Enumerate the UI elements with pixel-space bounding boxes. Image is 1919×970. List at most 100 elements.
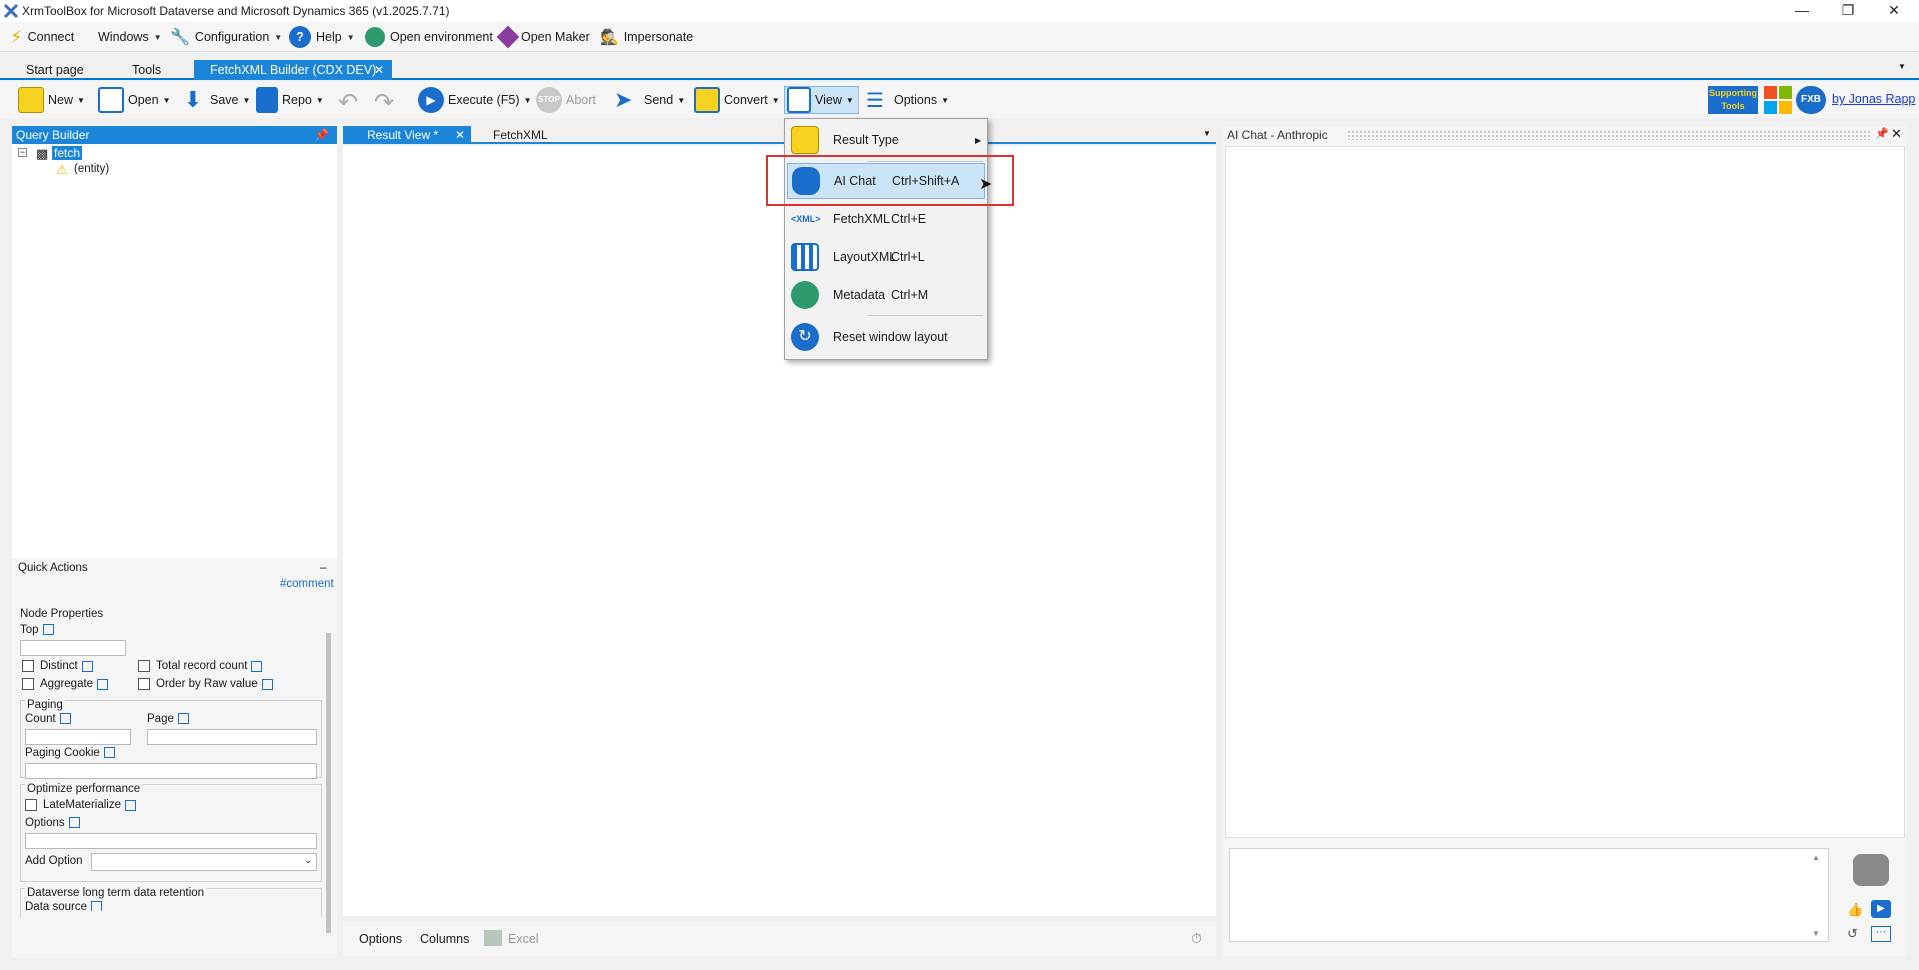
robot-icon[interactable]	[1853, 854, 1889, 886]
options-tab[interactable]: Options	[359, 932, 402, 946]
execute-button[interactable]: ▶ Execute (F5) ▼	[418, 86, 531, 114]
scroll-up-icon[interactable]: ▲	[1812, 853, 1820, 862]
external-link-icon[interactable]	[124, 799, 136, 811]
result-grid[interactable]	[343, 146, 1216, 916]
supporting-tools-badge[interactable]: Supporting Tools	[1708, 86, 1758, 114]
clipboard-icon	[791, 126, 819, 154]
impersonate-button[interactable]: 🕵 Impersonate	[600, 26, 693, 48]
options-button[interactable]: ☰ Options ▼	[866, 86, 949, 114]
redo-icon[interactable]: ↷	[374, 88, 394, 117]
warning-icon: ⚠	[56, 162, 68, 177]
undo-icon[interactable]: ↶	[338, 88, 358, 117]
tab-start-page[interactable]: Start page	[16, 60, 94, 80]
windows-label: Windows	[98, 30, 149, 44]
tab-tools[interactable]: Tools	[122, 60, 171, 80]
total-record-count-checkbox[interactable]: Total record count	[138, 660, 263, 672]
collapse-icon[interactable]: −	[18, 148, 27, 157]
count-input[interactable]	[25, 729, 131, 745]
menu-item-reset-layout[interactable]: ↻ Reset window layout	[787, 319, 985, 355]
new-button[interactable]: New ▼	[18, 86, 85, 114]
add-option-select[interactable]: ⌄	[91, 853, 317, 871]
external-link-icon[interactable]	[91, 901, 103, 911]
external-link-icon[interactable]	[103, 747, 115, 759]
menu-item-label: Result Type	[833, 133, 899, 147]
connect-menu[interactable]: ⚡ Connect	[10, 26, 74, 48]
chevron-down-icon: ▼	[346, 32, 355, 42]
menu-separator	[867, 315, 983, 316]
top-input[interactable]	[20, 640, 126, 656]
close-window-button[interactable]: ✕	[1871, 0, 1917, 22]
help-menu[interactable]: ? Help ▼	[289, 26, 355, 48]
open-maker-button[interactable]: Open Maker	[496, 25, 590, 49]
window-title: XrmToolBox for Microsoft Dataverse and M…	[22, 4, 450, 18]
close-icon[interactable]: ✕	[1891, 126, 1902, 142]
menu-item-result-type[interactable]: Result Type ▶	[787, 122, 985, 158]
close-icon[interactable]: ✕	[455, 126, 465, 144]
tab-list-chevron-icon[interactable]: ▼	[1898, 62, 1906, 71]
app-icon	[3, 3, 19, 19]
tab-list-chevron-icon[interactable]: ▼	[1203, 129, 1211, 138]
chevron-down-icon: ▼	[153, 32, 162, 42]
menu-item-layoutxml[interactable]: LayoutXML Ctrl+L	[787, 239, 985, 275]
options-input[interactable]	[25, 833, 317, 849]
minimize-button[interactable]: —	[1779, 0, 1825, 22]
external-link-icon[interactable]	[59, 713, 71, 725]
close-icon[interactable]: ✕	[374, 60, 384, 80]
collapse-quick-actions-icon[interactable]: –	[320, 560, 327, 574]
windows-menu[interactable]: Windows ▼	[98, 26, 162, 48]
reset-icon[interactable]: ↺	[1847, 926, 1858, 942]
options-label: Options	[894, 93, 938, 107]
repo-button[interactable]: Repo ▼	[256, 86, 324, 114]
help-label: Help	[316, 30, 342, 44]
open-environment-button[interactable]: Open environment	[365, 26, 493, 48]
configuration-menu[interactable]: 🔧 Configuration ▼	[170, 26, 282, 48]
more-icon[interactable]: ⋯	[1871, 926, 1891, 942]
order-by-raw-checkbox[interactable]: Order by Raw value	[138, 678, 273, 690]
external-link-icon[interactable]	[177, 713, 189, 725]
properties-scrollbar[interactable]	[326, 633, 331, 933]
tab-result-view[interactable]: Result View * ✕	[343, 126, 471, 144]
aggregate-checkbox[interactable]: Aggregate	[22, 678, 109, 690]
distinct-checkbox[interactable]: Distinct	[22, 660, 93, 672]
convert-button[interactable]: Convert ▼	[694, 86, 780, 114]
page-input[interactable]	[147, 729, 317, 745]
paging-cookie-label: Paging Cookie	[25, 747, 115, 759]
external-link-icon[interactable]	[42, 624, 54, 636]
tab-fetchxml-builder[interactable]: FetchXML Builder (CDX DEV) ✕	[194, 60, 392, 80]
menu-item-metadata[interactable]: Metadata Ctrl+M	[787, 277, 985, 313]
excel-button[interactable]: Excel	[508, 932, 539, 946]
abort-button[interactable]: STOP Abort	[536, 86, 596, 114]
save-button[interactable]: ⬇ Save ▼	[180, 86, 251, 114]
retention-label: Dataverse long term data retention	[25, 887, 207, 899]
view-button[interactable]: View ▼	[784, 86, 859, 114]
paging-cookie-input[interactable]	[25, 763, 317, 779]
tree-node-fetch[interactable]: fetch	[52, 146, 83, 160]
tab-fetchxml[interactable]: FetchXML	[493, 128, 548, 142]
late-materialize-checkbox[interactable]: LateMaterialize	[25, 799, 136, 811]
restore-button[interactable]: ❐	[1825, 0, 1871, 22]
external-link-icon[interactable]	[261, 678, 273, 690]
open-file-icon	[98, 87, 124, 113]
help-icon: ?	[289, 26, 311, 48]
external-link-icon[interactable]	[68, 817, 80, 829]
columns-tab[interactable]: Columns	[420, 932, 469, 946]
external-link-icon[interactable]	[97, 678, 109, 690]
send-message-icon[interactable]: ▶	[1871, 900, 1891, 918]
pin-icon[interactable]: 📌	[1875, 127, 1889, 140]
tree-node-entity[interactable]: (entity)	[74, 163, 109, 175]
open-button[interactable]: Open ▼	[98, 86, 171, 114]
scroll-down-icon[interactable]: ▼	[1812, 929, 1820, 938]
external-link-icon[interactable]	[81, 660, 93, 672]
thumbs-up-icon[interactable]: 👍	[1847, 902, 1863, 918]
page-label: Page	[147, 713, 189, 725]
pin-icon[interactable]: 📌	[314, 126, 329, 144]
title-bar: XrmToolBox for Microsoft Dataverse and M…	[0, 0, 1919, 22]
menu-item-label: FetchXML	[833, 212, 890, 226]
menu-item-fetchxml[interactable]: <XML> FetchXML Ctrl+E	[787, 201, 985, 237]
comment-link[interactable]: #comment	[280, 578, 334, 590]
author-link[interactable]: by Jonas Rapp	[1832, 92, 1915, 106]
external-link-icon[interactable]	[251, 660, 263, 672]
send-button[interactable]: ➤ Send ▼	[614, 86, 685, 114]
chat-input[interactable]: ▲ ▼	[1229, 848, 1829, 942]
excel-icon	[484, 930, 502, 946]
